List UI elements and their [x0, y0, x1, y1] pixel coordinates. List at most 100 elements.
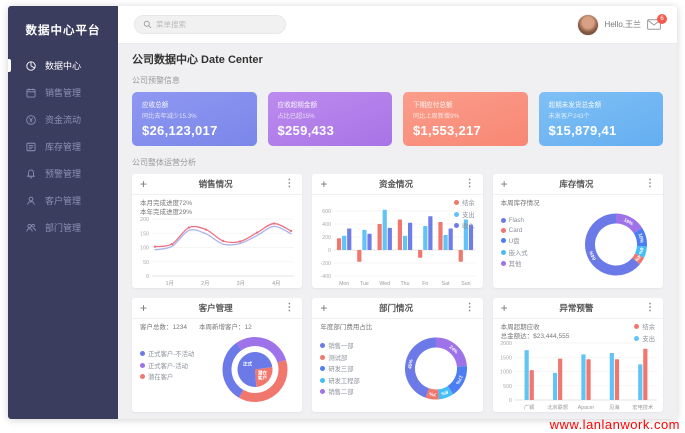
legend-item: 研发工程部	[320, 376, 359, 385]
legend-item: 销售一部	[320, 341, 359, 350]
legend-label: 结余	[642, 322, 655, 331]
stat-card-value: $259,433	[278, 123, 383, 138]
svg-text:400: 400	[322, 222, 331, 228]
chart-card-title: 客户管理	[147, 302, 284, 314]
chart-note: 总金额达：$23,444,555	[501, 332, 570, 341]
chart-body: 年度部门费用占比销售一部测试部研发三部研发工程部销售二部24%17%8%7%45…	[312, 319, 482, 412]
sidebar-item-label: 库存管理	[45, 140, 81, 153]
add-icon[interactable]: +	[501, 302, 508, 314]
legend-label: 嵌入式	[509, 248, 528, 257]
legend-dot	[501, 238, 506, 243]
chart-card-title: 资金情况	[327, 178, 464, 190]
chart-card: +库存情况⋮本周库存情况FlashCardU盘嵌入式其他16%10%6%4%64…	[493, 174, 663, 288]
app-logo: 数据中心平台	[8, 6, 118, 52]
stat-card[interactable]: 下期应付总额同比上周新增9%$1,553,217	[403, 92, 528, 146]
user-greeting: Hello,王兰	[605, 19, 641, 30]
sidebar-item-label: 销售管理	[45, 86, 81, 99]
legend-item: 正式客户-活动	[140, 361, 194, 370]
chart-body: 结余支出收入-400-2000200400600MonTueWedThuFriS…	[312, 195, 482, 288]
list-icon	[25, 141, 37, 153]
sidebar-item[interactable]: 销售管理	[8, 79, 118, 106]
stat-card-label: 应收超期金额	[278, 99, 383, 109]
svg-text:Wed: Wed	[380, 281, 391, 287]
sidebar-item-label: 数据中心	[45, 59, 81, 72]
legend-label: U盘	[509, 236, 520, 245]
legend-label: Flash	[509, 217, 524, 224]
avatar[interactable]	[577, 14, 599, 36]
search-box[interactable]	[134, 15, 286, 34]
legend-dot	[320, 343, 325, 348]
legend-label: 支出	[642, 334, 655, 343]
notification-badge: 6	[657, 14, 667, 24]
sidebar-item-label: 客户管理	[45, 194, 81, 207]
svg-text:2000: 2000	[500, 341, 512, 347]
sidebar-item[interactable]: 部门管理	[8, 214, 118, 241]
svg-text:150: 150	[140, 231, 149, 237]
stat-card-sub: 未发客户243个	[549, 111, 654, 120]
chart-legend: 结余支出收入	[454, 198, 475, 230]
chart-body: 本周库存情况FlashCardU盘嵌入式其他16%10%6%4%64%	[493, 195, 663, 288]
add-icon[interactable]: +	[501, 178, 508, 190]
svg-text:2月: 2月	[201, 280, 209, 287]
add-icon[interactable]: +	[320, 178, 327, 190]
more-icon[interactable]: ⋮	[465, 179, 475, 189]
stat-card[interactable]: 超期未发货总金额未发客户243个$15,879,41	[539, 92, 664, 146]
add-icon[interactable]: +	[140, 302, 147, 314]
chart-card: +资金情况⋮结余支出收入-400-2000200400600MonTueWedT…	[312, 174, 482, 288]
stat-card[interactable]: 应收超期金额占比已超15%$259,433	[268, 92, 393, 146]
svg-text:Tue: Tue	[360, 281, 369, 287]
section-alerts-label: 公司预警信息	[132, 75, 663, 86]
chart-stat: 客户总数：1234	[140, 323, 187, 332]
chart-card: +异常预警⋮本周超期应收总金额达：$23,444,555结余支出05001000…	[493, 298, 663, 412]
more-icon[interactable]: ⋮	[645, 303, 655, 313]
legend-item: 正式客户-不活动	[140, 349, 194, 358]
sidebar-item[interactable]: 客户管理	[8, 187, 118, 214]
sidebar-item[interactable]: 库存管理	[8, 133, 118, 160]
topbar: Hello,王兰 6	[118, 6, 677, 44]
legend-item: 嵌入式	[501, 248, 528, 257]
stat-card-label: 应收总额	[142, 99, 247, 109]
chart-card: +销售情况⋮本月完成进度72%本年完成进度29%0501001502001月2月…	[132, 174, 302, 288]
stat-card-sub: 同比去年减少15.3%	[142, 111, 247, 120]
add-icon[interactable]: +	[320, 302, 327, 314]
legend-item: 结余	[634, 322, 655, 331]
stat-card[interactable]: 应收总额同比去年减少15.3%$26,123,017	[132, 92, 257, 146]
legend-item: 支出	[634, 334, 655, 343]
chart-card-title: 库存情况	[508, 178, 645, 190]
more-icon[interactable]: ⋮	[645, 179, 655, 189]
chart-card-title: 销售情况	[147, 178, 284, 190]
section-analysis-label: 公司整体运营分析	[132, 157, 663, 168]
svg-text:0: 0	[328, 248, 331, 254]
more-icon[interactable]: ⋮	[284, 179, 294, 189]
svg-text:正式: 正式	[243, 360, 253, 367]
legend-label: 潜在客户	[148, 372, 173, 381]
legend-dot	[501, 218, 506, 223]
sidebar-item[interactable]: 数据中心	[8, 52, 118, 79]
chart-stats: 客户总数：1234本周新增客户：12	[140, 323, 252, 332]
legend-item: 结余	[454, 198, 475, 207]
stat-card-value: $1,553,217	[413, 123, 518, 138]
legend-label: 正式客户-不活动	[148, 349, 194, 358]
chart-body: 本周超期应收总金额达：$23,444,555结余支出05001000150020…	[493, 319, 663, 412]
svg-text:200: 200	[140, 217, 149, 223]
legend-dot	[320, 366, 325, 371]
svg-text:50: 50	[143, 260, 149, 266]
stat-card-label: 下期应付总额	[413, 99, 518, 109]
legend-item: 潜在客户	[140, 372, 194, 381]
sidebar-item[interactable]: 预警管理	[8, 160, 118, 187]
legend-dot	[320, 355, 325, 360]
more-icon[interactable]: ⋮	[465, 303, 475, 313]
svg-text:500: 500	[503, 384, 512, 390]
topbar-right: Hello,王兰 6	[577, 14, 661, 36]
mail-button[interactable]: 6	[647, 19, 661, 30]
add-icon[interactable]: +	[140, 178, 147, 190]
search-input[interactable]	[156, 20, 277, 29]
svg-text:广颖: 广颖	[524, 403, 534, 411]
chart-card-header: +异常预警⋮	[493, 298, 663, 319]
users-icon	[25, 222, 37, 234]
chart-card-header: +销售情况⋮	[132, 174, 302, 195]
sidebar-item[interactable]: 资金流动	[8, 106, 118, 133]
calendar-icon	[25, 87, 37, 99]
more-icon[interactable]: ⋮	[284, 303, 294, 313]
svg-text:100: 100	[140, 246, 149, 252]
